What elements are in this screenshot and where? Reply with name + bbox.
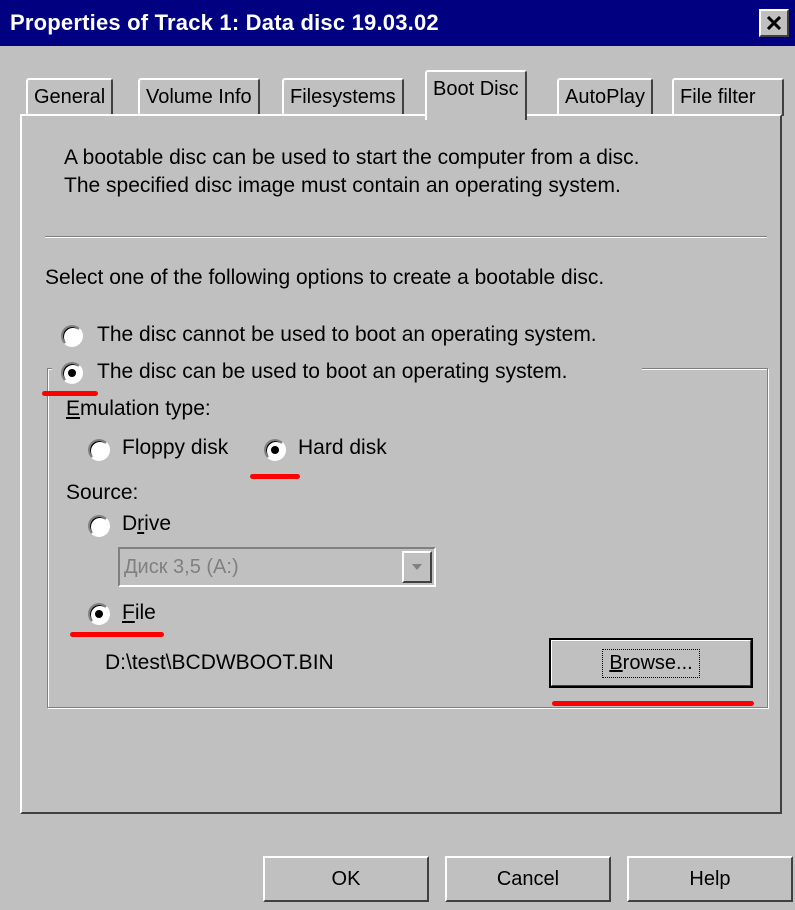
radio-drive[interactable] — [88, 515, 110, 537]
tab-label: AutoPlay — [565, 86, 646, 108]
browse-button[interactable]: Browse... — [549, 638, 753, 688]
close-button[interactable] — [759, 9, 789, 37]
radio-can-boot-label[interactable]: The disc can be used to boot an operatin… — [97, 360, 567, 384]
browse-label: Browse... — [602, 648, 700, 678]
radio-dot — [95, 610, 103, 618]
annotation-underline-file — [70, 632, 164, 637]
annotation-underline-hard-disk — [250, 474, 300, 479]
separator — [45, 236, 767, 238]
tab-label: General — [34, 86, 106, 108]
tab-boot-disc[interactable]: Boot Disc — [425, 70, 527, 120]
tab-autoplay[interactable]: AutoPlay — [557, 78, 654, 116]
tab-label: File filter — [680, 86, 756, 108]
select-prompt: Select one of the following options to c… — [45, 266, 605, 289]
ok-label: OK — [331, 867, 361, 890]
tab-label: Boot Disc — [433, 78, 519, 100]
tab-general[interactable]: General — [26, 78, 114, 116]
tab-volume-info[interactable]: Volume Info — [138, 78, 260, 116]
tab-filesystems[interactable]: Filesystems — [282, 78, 404, 116]
cancel-label: Cancel — [496, 867, 560, 890]
browse-label-rest: rowse... — [622, 651, 693, 674]
radio-cannot-boot-label[interactable]: The disc cannot be used to boot an opera… — [97, 323, 597, 347]
radio-cannot-boot[interactable] — [61, 325, 83, 347]
ok-button[interactable]: OK — [263, 856, 429, 902]
tab-label: Volume Info — [146, 86, 252, 108]
browse-access-key: B — [609, 651, 623, 674]
source-label: Source: — [66, 481, 139, 504]
radio-dot — [68, 369, 76, 377]
intro-line-2: The specified disc image must contain an… — [64, 174, 621, 197]
file-path: D:\test\BCDWBOOT.BIN — [105, 651, 334, 674]
emulation-label-rest: mulation type: — [80, 397, 211, 420]
drive-select[interactable]: Диск 3,5 (A:) — [118, 547, 436, 587]
radio-drive-label[interactable]: Drive — [122, 512, 171, 536]
radio-floppy-disk[interactable] — [88, 439, 110, 461]
file-label-post: ile — [134, 601, 156, 624]
drive-select-value: Диск 3,5 (A:) — [124, 556, 239, 578]
radio-file[interactable] — [88, 603, 110, 625]
help-label: Help — [689, 867, 731, 890]
window-title: Properties of Track 1: Data disc 19.03.0… — [10, 10, 439, 35]
tab-file-filter[interactable]: File filter — [672, 78, 784, 116]
drive-label-post: ive — [144, 512, 172, 535]
annotation-underline-browse — [552, 701, 754, 706]
title-bar: Properties of Track 1: Data disc 19.03.0… — [0, 0, 795, 46]
drive-label-pre: D — [122, 512, 138, 535]
intro-line-1: A bootable disc can be used to start the… — [64, 146, 640, 169]
dropdown-button[interactable] — [402, 551, 432, 583]
radio-hard-disk[interactable] — [264, 439, 286, 461]
radio-can-boot[interactable] — [61, 362, 83, 384]
close-icon — [767, 16, 781, 30]
emulation-type-label: Emulation type: — [66, 397, 211, 421]
chevron-down-icon — [412, 564, 422, 570]
cancel-button[interactable]: Cancel — [445, 856, 611, 902]
radio-hard-disk-label[interactable]: Hard disk — [298, 436, 387, 460]
annotation-underline-can-boot — [42, 391, 98, 396]
tab-label: Filesystems — [290, 86, 396, 108]
radio-file-label[interactable]: File — [122, 601, 156, 625]
emulation-access-key: E — [66, 397, 81, 420]
radio-dot — [271, 446, 279, 454]
radio-floppy-disk-label[interactable]: Floppy disk — [122, 436, 228, 460]
file-access-key: F — [122, 601, 135, 624]
help-button[interactable]: Help — [627, 856, 793, 902]
